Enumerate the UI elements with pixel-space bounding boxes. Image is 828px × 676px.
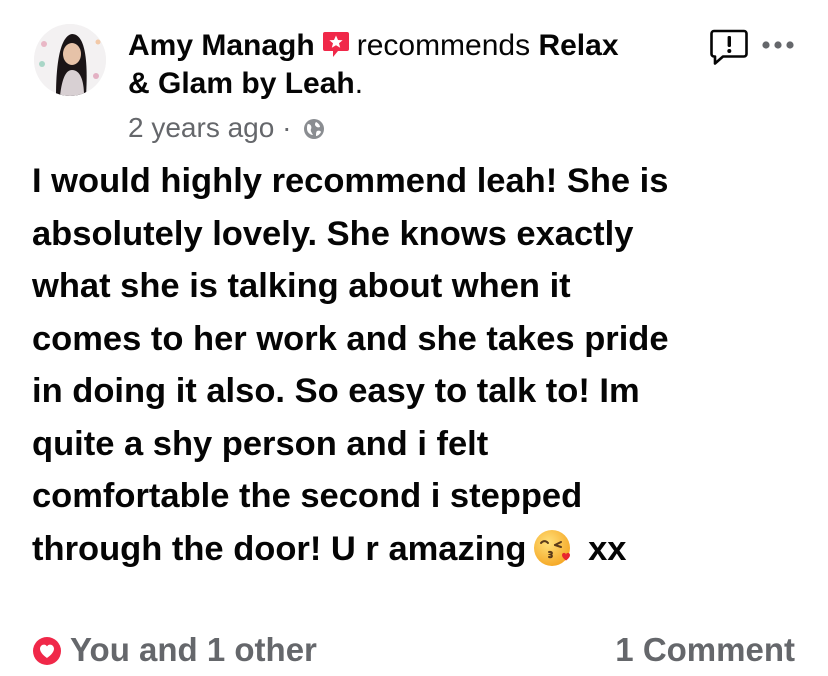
post-header-line-1: Amy Managh recommends Relax [128, 27, 619, 65]
avatar[interactable] [34, 24, 106, 96]
report-icon[interactable] [710, 28, 750, 68]
page-name-part-1[interactable]: Relax [538, 29, 618, 62]
post-body-line: through the door! U r amazing [32, 529, 527, 568]
globe-icon[interactable] [303, 118, 325, 140]
comments-count[interactable]: 1 Comment [615, 629, 795, 671]
post-body-line: what she is talking about when it [32, 267, 571, 305]
post-body-line: absolutely lovely. She knows exactly [32, 214, 634, 253]
post-body-line: quite a shy person and i felt [32, 424, 489, 463]
recommendation-post: Amy Managh recommends Relax & Glam by Lea… [0, 0, 828, 676]
post-body-line: in doing it also. So easy to talk to! Im [32, 372, 640, 410]
post-body-line: comfortable the second i stepped [32, 477, 583, 515]
page-name-part-2[interactable]: & Glam by Leah [128, 67, 355, 100]
reactions-text: You and 1 other [70, 631, 317, 668]
post-body-closing: xx [588, 529, 627, 568]
kissing-face-with-heart-emoji-icon [534, 529, 571, 566]
post-body-line: comes to her work and she takes pride [32, 319, 669, 358]
recommends-verb: recommends [356, 29, 531, 62]
reactions-summary[interactable]: You and 1 other [32, 629, 317, 671]
more-options-icon[interactable] [760, 30, 796, 60]
recommend-badge-icon [322, 32, 349, 57]
meta-separator: · [282, 112, 292, 143]
timestamp[interactable]: 2 years ago [128, 112, 274, 143]
love-reaction-icon [33, 637, 61, 665]
author-name[interactable]: Amy Managh [128, 29, 315, 62]
page-name-period: . [354, 67, 364, 100]
post-body-line: I would highly recommend leah! She is [32, 162, 669, 200]
avatar-image [34, 24, 106, 96]
post-meta: 2 years ago · [128, 110, 325, 146]
post-body-last-line: through the door! U r amazing xx [32, 523, 792, 576]
post-body: I would highly recommend leah! She is ab… [32, 155, 792, 575]
post-header-line-2: & Glam by Leah. [128, 65, 363, 103]
